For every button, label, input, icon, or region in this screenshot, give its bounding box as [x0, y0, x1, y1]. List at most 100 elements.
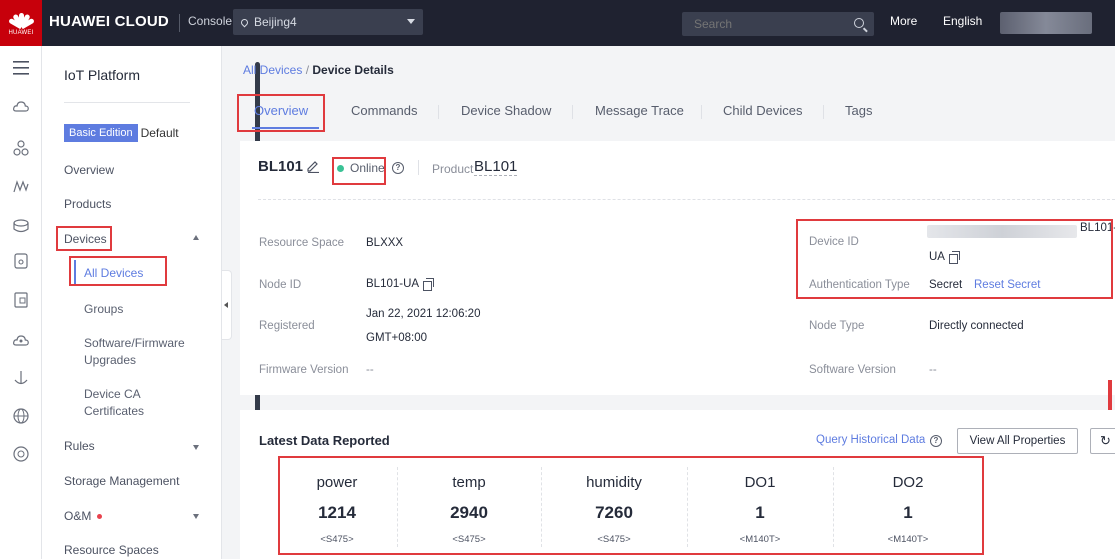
device-id-ua: UA [929, 251, 945, 264]
sidebar-item-storage[interactable]: Storage Management [64, 474, 179, 488]
chevron-down-icon[interactable] [193, 445, 199, 450]
device-icon[interactable] [11, 290, 31, 310]
sidebar-item-overview[interactable]: Overview [64, 163, 114, 177]
service-icon-rail [0, 46, 42, 559]
tab-child-devices[interactable]: Child Devices [723, 103, 802, 118]
sidebar-item-groups[interactable]: Groups [84, 301, 123, 318]
edit-icon[interactable] [306, 159, 320, 173]
metrics-panel: power 1214 <S475> temp 2940 <S475> humid… [277, 457, 983, 552]
tab-divider [438, 105, 439, 119]
metric-do1: DO1 1 <M140T> [687, 457, 833, 552]
cloud-outline-icon[interactable] [11, 331, 31, 351]
metric-power: power 1214 <S475> [277, 457, 397, 552]
node-id-value: BL101-UA [366, 278, 435, 291]
registered-label: Registered [259, 320, 315, 332]
anchor-icon[interactable] [11, 368, 31, 388]
search-box[interactable] [682, 12, 874, 36]
menu-icon[interactable] [11, 58, 31, 78]
tab-device-shadow[interactable]: Device Shadow [461, 103, 551, 118]
search-icon[interactable] [854, 18, 864, 28]
refresh-button[interactable]: ↻ [1090, 428, 1115, 454]
device-name: BL101 [258, 158, 304, 175]
console-link[interactable]: Console [188, 14, 232, 28]
registered-timezone: GMT+08:00 [366, 332, 428, 344]
sidebar-item-oam[interactable]: O&M [64, 509, 103, 523]
device-status: Online [350, 161, 385, 175]
latest-data-title: Latest Data Reported [259, 433, 390, 448]
chevron-down-icon [407, 19, 415, 24]
network-icon[interactable] [11, 138, 31, 158]
breadcrumb: All Devices / Device Details [243, 63, 394, 77]
metric-name: humidity [586, 474, 642, 491]
phone-icon[interactable] [11, 251, 31, 271]
settings-circle-icon[interactable] [11, 444, 31, 464]
sidebar-collapse-toggle[interactable] [222, 270, 232, 340]
topbar-divider [179, 14, 180, 32]
sidebar-item-software-firmware[interactable]: Software/Firmware Upgrades [84, 335, 194, 369]
reset-secret-link[interactable]: Reset Secret [974, 279, 1040, 291]
brand-name[interactable]: HUAWEI CLOUD [49, 13, 169, 30]
device-id-suffix: BL101- [1080, 222, 1115, 234]
sidebar-item-rules[interactable]: Rules [64, 439, 95, 453]
analytics-icon[interactable] [11, 176, 31, 196]
sidebar-title: IoT Platform [64, 67, 140, 83]
node-id-text: BL101-UA [366, 278, 420, 291]
metric-value: 1214 [318, 503, 356, 522]
metric-name: DO1 [744, 474, 776, 491]
edition-indicator: Basic Edition Default [64, 124, 179, 142]
query-historical-data-link[interactable]: Query Historical Data [816, 434, 925, 446]
metric-temp: temp 2940 <S475> [397, 457, 541, 552]
huawei-logo[interactable]: HUAWEI [0, 0, 42, 46]
copy-icon[interactable] [948, 251, 960, 264]
search-input[interactable] [682, 12, 842, 36]
refresh-icon: ↻ [1100, 433, 1111, 448]
registered-date: Jan 22, 2021 12:06:20 [366, 308, 481, 320]
region-selector[interactable]: Beijing4 [233, 9, 423, 35]
edition-default-label: Default [140, 126, 179, 140]
node-type-label: Node Type [809, 320, 865, 332]
chevron-down-icon[interactable] [193, 514, 199, 519]
oam-label: O&M [64, 509, 92, 523]
tab-message-trace[interactable]: Message Trace [595, 103, 684, 118]
tab-divider [701, 105, 702, 119]
breadcrumb-separator: / [302, 63, 313, 77]
user-account-blurred[interactable] [1000, 12, 1092, 34]
tab-overview[interactable]: Overview [254, 103, 308, 118]
database-icon[interactable] [11, 216, 31, 236]
auth-type-value: Secret [929, 279, 963, 291]
cropped-highlight-edge [1108, 380, 1112, 410]
globe-icon[interactable] [11, 406, 31, 426]
sidebar-item-device-ca[interactable]: Device CA Certificates [84, 386, 174, 420]
device-id-line2: UA [929, 251, 960, 264]
help-icon[interactable]: ? [392, 162, 404, 174]
product-label: Product [432, 162, 474, 176]
auth-type-label: Authentication Type [809, 279, 910, 291]
active-indicator [74, 260, 76, 284]
logo-petals-icon [8, 11, 35, 29]
language-selector[interactable]: English [943, 14, 982, 28]
resource-space-label: Resource Space [259, 237, 345, 249]
copy-icon[interactable] [423, 278, 435, 291]
product-value[interactable]: BL101 [474, 158, 518, 176]
help-icon[interactable]: ? [930, 435, 942, 447]
tab-tags[interactable]: Tags [845, 103, 872, 118]
cloud-icon[interactable] [11, 97, 31, 117]
metric-tag: <M140T> [887, 534, 929, 545]
tab-commands[interactable]: Commands [351, 103, 417, 118]
edition-badge: Basic Edition [64, 124, 138, 142]
metric-value: 1 [755, 503, 765, 522]
sidebar-item-devices[interactable]: Devices [64, 232, 107, 246]
sidebar-item-products[interactable]: Products [64, 197, 111, 211]
metric-name: temp [452, 474, 486, 491]
breadcrumb-parent[interactable]: All Devices [243, 63, 302, 77]
metric-do2: DO2 1 <M140T> [833, 457, 983, 552]
metric-value: 2940 [450, 503, 488, 522]
online-status-dot [337, 165, 344, 172]
more-menu[interactable]: More [890, 14, 917, 28]
metric-tag: <S475> [320, 534, 354, 545]
sidebar-item-resource-spaces[interactable]: Resource Spaces [64, 543, 159, 557]
chevron-up-icon[interactable] [193, 235, 199, 240]
view-all-properties-button[interactable]: View All Properties [957, 428, 1078, 454]
software-version-value: -- [929, 364, 937, 376]
sidebar-item-all-devices[interactable]: All Devices [84, 265, 143, 282]
